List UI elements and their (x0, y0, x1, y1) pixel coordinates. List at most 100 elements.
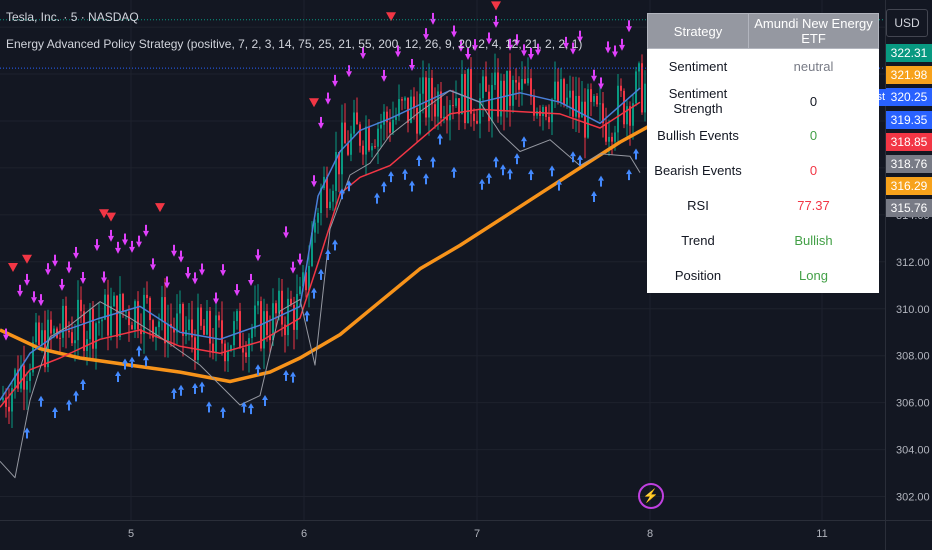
buy-signal-arrow (500, 164, 506, 170)
sell-signal-stem (131, 240, 133, 247)
buy-signal-stem (145, 360, 147, 367)
buy-signal-arrow (416, 155, 422, 161)
buy-signal-arrow (591, 191, 597, 197)
row-label: Bearish Events (654, 163, 742, 179)
sell-signal-arrow (465, 54, 471, 61)
candle-body (71, 332, 73, 344)
candle-body (206, 310, 208, 335)
buy-signal-arrow (192, 382, 198, 388)
price-tag: 320.25 (886, 88, 932, 106)
sell-signal-stem (250, 273, 252, 280)
candle-body (257, 301, 259, 306)
candle-body (287, 298, 289, 336)
buy-signal-stem (579, 159, 581, 166)
candle-body (395, 116, 397, 120)
sell-signal-arrow (3, 334, 9, 341)
candle-body (449, 105, 451, 121)
buy-signal-stem (411, 185, 413, 192)
buy-signal-stem (320, 273, 322, 280)
buy-signal-stem (54, 412, 56, 419)
buy-signal-stem (250, 408, 252, 415)
sell-signal-arrow (255, 255, 261, 262)
buy-signal-arrow (374, 192, 380, 198)
candle-body (404, 97, 406, 101)
buy-signal-stem (173, 392, 175, 399)
candle-body (605, 123, 607, 142)
sell-signal-stem (313, 175, 315, 182)
buy-signal-stem (530, 174, 532, 181)
sell-signal-stem (453, 25, 455, 32)
candle-body (389, 122, 391, 133)
candle-body (80, 299, 82, 312)
candle-body (188, 319, 190, 331)
sell-signal-arrow (73, 252, 79, 259)
sell-signal-arrow (129, 246, 135, 253)
sell-signal-stem (19, 284, 21, 291)
sell-signal-stem (320, 116, 322, 123)
candle-body (419, 93, 421, 134)
price-tag: 319.35 (886, 111, 932, 129)
candle-body (416, 107, 418, 134)
row-label: Sentiment Strength (668, 86, 728, 117)
sell-signal-stem (299, 253, 301, 260)
buy-signal-arrow (381, 181, 387, 187)
sell-signal-arrow (381, 75, 387, 82)
sell-signal-arrow (24, 279, 30, 286)
sell-signal-stem (166, 276, 168, 283)
candle-body (344, 122, 346, 144)
buy-signal-arrow (332, 239, 338, 245)
sell-signal-arrow (248, 279, 254, 286)
buy-signal-arrow (409, 180, 415, 186)
sell-signal-stem (26, 273, 28, 280)
candle-body (26, 380, 28, 390)
candle-body (149, 298, 151, 321)
candle-body (41, 330, 43, 346)
sell-signal-arrow (528, 53, 534, 60)
candle-body (371, 146, 373, 151)
candle-body (134, 301, 136, 330)
sell-signal-arrow (290, 267, 296, 274)
symbol-title: Tesla, Inc. · 5 · NASDAQ (6, 10, 139, 24)
row-label: RSI (687, 198, 709, 214)
buy-signal-arrow (598, 175, 604, 181)
row-value: 0 (809, 93, 818, 109)
sell-signal-stem (621, 38, 623, 45)
candle-body (254, 305, 256, 329)
sell-signal-stem (593, 69, 595, 76)
buy-signal-stem (551, 170, 553, 177)
sell-signal-arrow (521, 50, 527, 57)
strategy-title[interactable]: Energy Advanced Policy Strategy (positiv… (6, 37, 582, 51)
lightning-icon[interactable]: ⚡ (638, 483, 664, 509)
sell-signal-stem (432, 12, 434, 19)
candle-body (281, 290, 283, 325)
sell-signal-stem (579, 30, 581, 37)
candle-body (383, 111, 385, 125)
candle-body (584, 101, 586, 138)
buy-signal-stem (82, 384, 84, 391)
candle-body (143, 294, 145, 335)
sell-signal-stem (5, 328, 7, 335)
buy-signal-stem (222, 411, 224, 418)
candle-body (476, 120, 478, 124)
candle-body (131, 325, 133, 330)
sell-signal-stem (236, 284, 238, 291)
row-value: 0 (809, 163, 818, 179)
buy-signal-arrow (486, 172, 492, 178)
table-row: Bullish Events 0 (648, 119, 879, 154)
price-tick-label: 302.00 (896, 492, 930, 504)
candle-body (506, 70, 508, 111)
currency-button[interactable]: USD (886, 9, 928, 37)
buy-signal-stem (390, 176, 392, 183)
time-axis: 5 6 7 8 11 (128, 528, 828, 540)
buy-signal-arrow (38, 395, 44, 401)
row-label: Trend (681, 232, 715, 248)
buy-signal-stem (327, 254, 329, 261)
sell-signal-stem (40, 294, 42, 301)
sell-signal-stem (628, 20, 630, 27)
sell-signal-arrow (626, 26, 632, 33)
candle-body (590, 89, 592, 102)
big-sell-signal (106, 212, 116, 222)
candle-body (350, 133, 352, 155)
sell-signal-stem (257, 249, 259, 256)
candle-body (233, 321, 235, 346)
